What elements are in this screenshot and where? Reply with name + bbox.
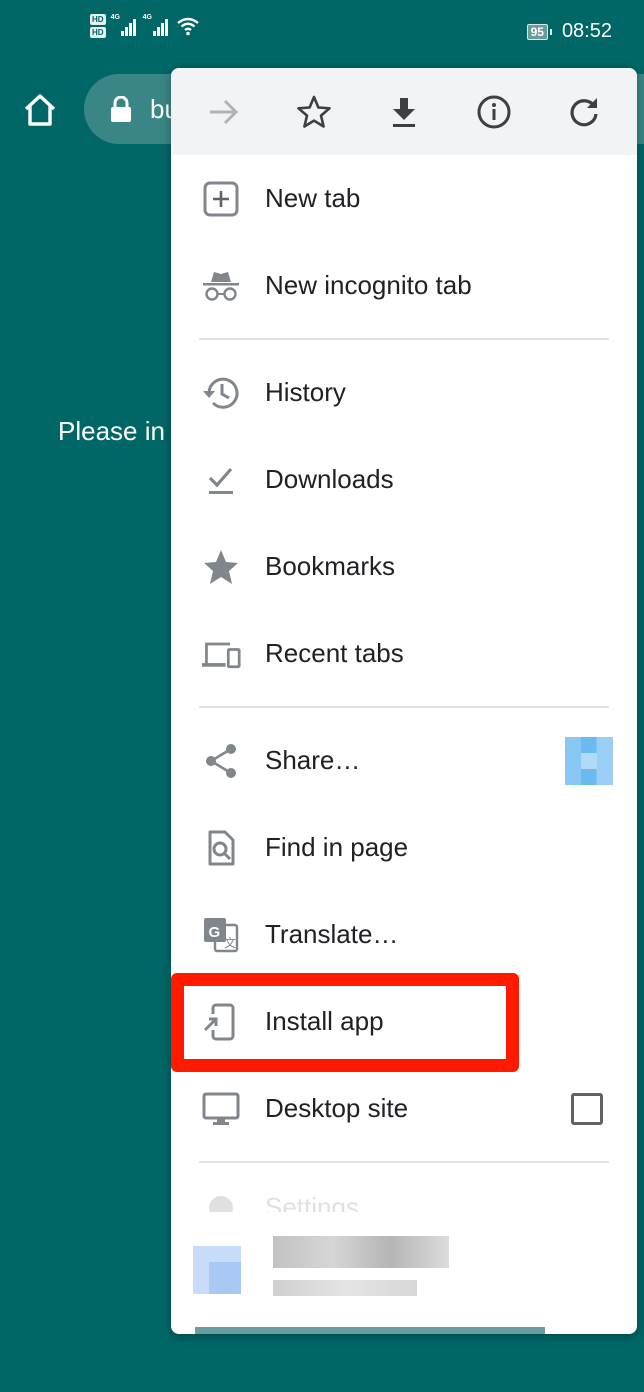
account-email-blurred (273, 1280, 417, 1296)
desktop-icon (199, 1087, 243, 1131)
share-target-thumbnail[interactable] (565, 736, 613, 785)
find-in-page-icon (199, 826, 243, 870)
menu-item-translate[interactable]: G文 Translate… (171, 891, 637, 978)
menu-action-bar (171, 68, 637, 155)
menu-item-find-in-page[interactable]: Find in page (171, 804, 637, 891)
menu-item-label: New tab (265, 183, 361, 213)
svg-text:文: 文 (224, 935, 236, 950)
status-bar: HD HD 4G 4G 95 08:52 (0, 0, 644, 64)
account-avatar-blurred (193, 1246, 241, 1294)
hd-icon: HD HD (90, 14, 106, 38)
signal-icon: 4G (142, 14, 170, 36)
menu-item-settings[interactable]: Settings (171, 1172, 637, 1212)
account-name-blurred (273, 1236, 449, 1268)
menu-item-install-app[interactable]: Install app (171, 978, 637, 1065)
menu-divider (199, 1161, 609, 1163)
menu-divider (199, 706, 609, 708)
downloads-check-icon (199, 458, 243, 502)
translate-icon: G文 (199, 913, 243, 957)
menu-item-label: Recent tabs (265, 638, 404, 668)
lock-icon (111, 96, 131, 122)
menu-item-label: New incognito tab (265, 270, 472, 300)
home-icon[interactable] (20, 90, 60, 130)
menu-item-bookmarks[interactable]: Bookmarks (171, 523, 637, 610)
settings-icon (199, 1186, 243, 1212)
menu-item-label: Bookmarks (265, 551, 396, 581)
star-filled-icon (199, 545, 243, 589)
menu-item-label: Downloads (265, 464, 394, 494)
svg-text:G: G (209, 924, 221, 941)
share-icon (199, 739, 243, 783)
reload-icon (570, 97, 598, 126)
devices-icon (199, 632, 243, 676)
menu-item-new-incognito-tab[interactable]: New incognito tab (171, 242, 637, 329)
menu-scrollbar[interactable] (195, 1327, 545, 1334)
signal-icon: 4G (110, 14, 138, 36)
arrow-forward-icon (210, 99, 239, 124)
bookmark-button[interactable] (286, 84, 342, 140)
menu-item-history[interactable]: History (171, 349, 637, 436)
reload-button[interactable] (556, 84, 612, 140)
install-app-icon (199, 1000, 243, 1044)
download-button[interactable] (376, 84, 432, 140)
page-text: Please in (58, 416, 165, 446)
menu-item-desktop-site[interactable]: Desktop site (171, 1065, 637, 1152)
menu-divider (199, 338, 609, 340)
hd-badge-2: HD (90, 27, 106, 38)
menu-item-label: Install app (265, 1006, 384, 1036)
battery-icon: 95 (526, 23, 553, 40)
info-icon (477, 95, 511, 128)
network-label: 4G (110, 14, 120, 21)
browser-menu: New tab New incognito tab History Downlo… (171, 68, 637, 1334)
forward-button[interactable] (196, 84, 252, 140)
incognito-icon (199, 264, 243, 308)
menu-item-label: Find in page (265, 832, 409, 862)
star-outline-icon (297, 95, 331, 128)
menu-item-label: Settings (265, 1192, 359, 1212)
status-left: HD HD 4G 4G (90, 14, 200, 38)
status-right: 95 08:52 (526, 20, 612, 43)
page-info-button[interactable] (466, 84, 522, 140)
desktop-site-checkbox[interactable] (571, 1092, 603, 1125)
menu-item-label: Desktop site (265, 1093, 409, 1123)
menu-item-label: Translate… (265, 919, 399, 949)
menu-item-new-tab[interactable]: New tab (171, 155, 637, 242)
menu-item-label: Share… (265, 745, 361, 775)
history-icon (199, 371, 243, 415)
menu-item-recent-tabs[interactable]: Recent tabs (171, 610, 637, 697)
download-icon (393, 97, 415, 127)
clock: 08:52 (561, 20, 612, 42)
new-tab-icon (199, 177, 243, 221)
menu-item-share[interactable]: Share… (171, 717, 637, 804)
network-label: 4G (142, 14, 152, 21)
wifi-icon (176, 17, 199, 36)
hd-badge-1: HD (90, 14, 106, 25)
menu-item-label: History (265, 377, 346, 407)
menu-item-downloads[interactable]: Downloads (171, 436, 637, 523)
